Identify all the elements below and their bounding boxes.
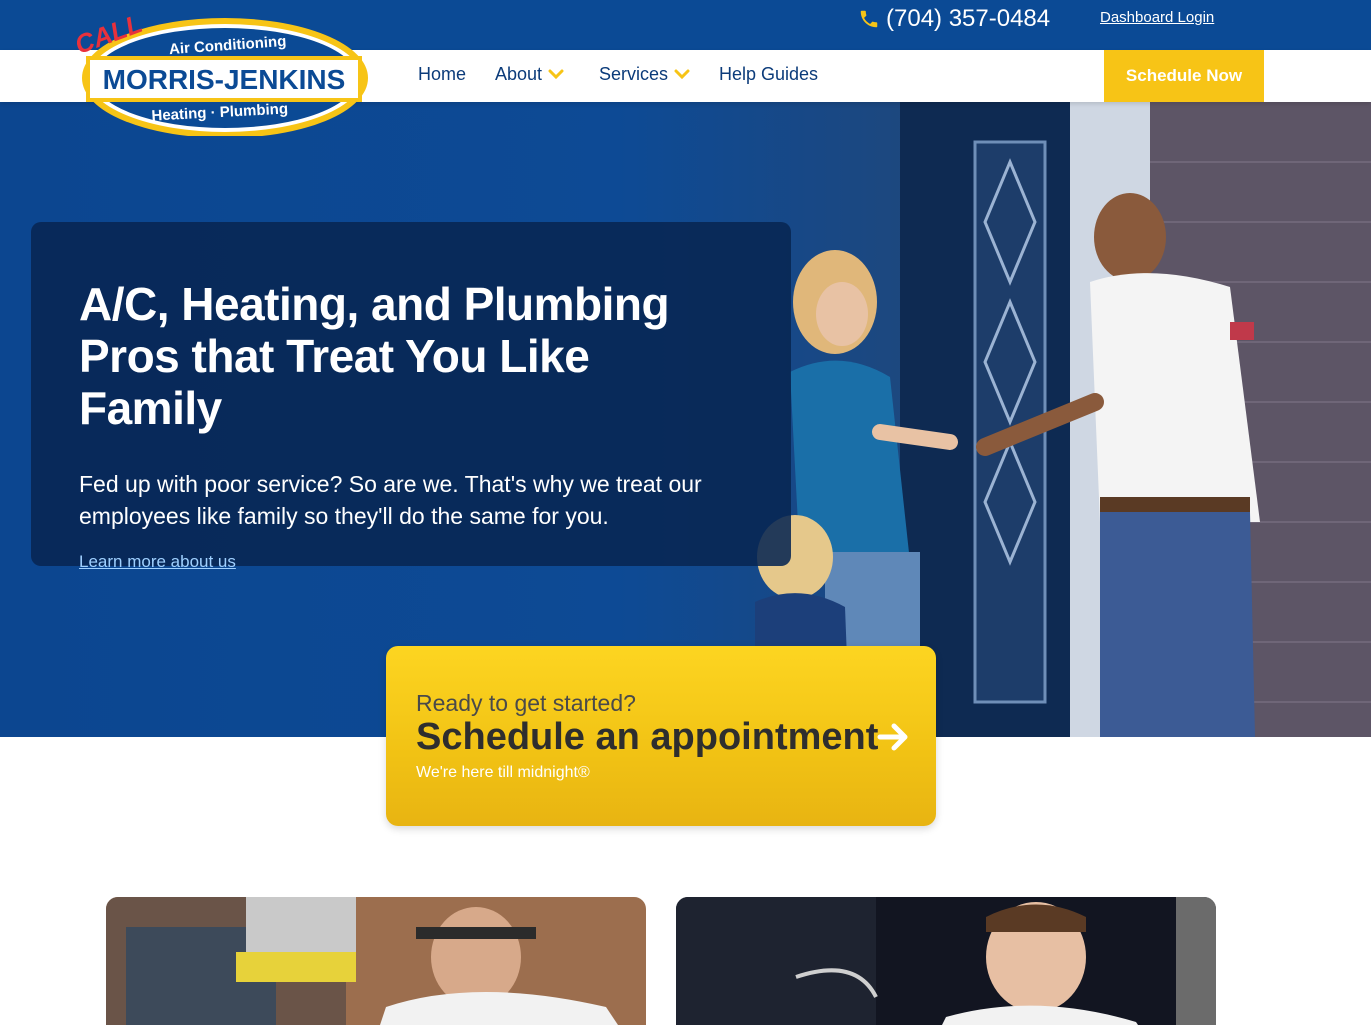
hero-subtitle: Fed up with poor service? So are we. Tha… (79, 468, 743, 532)
hero-subtitle-line-1: Fed up with poor service? So are we. Tha… (79, 471, 702, 497)
arrow-right-icon (876, 720, 910, 759)
schedule-appointment-card[interactable]: Ready to get started? Schedule an appoin… (386, 646, 936, 826)
service-card-image-plumbing[interactable] (676, 897, 1216, 1025)
nav-help-guides-label: Help Guides (719, 64, 819, 84)
service-card-image-hvac[interactable] (106, 897, 646, 1025)
nav-about-label: About (495, 64, 543, 84)
hero-title-line-2: Pros that Treat You Like Family (79, 330, 590, 434)
nav-services-label: Services (599, 64, 669, 84)
chevron-down-icon (674, 64, 690, 85)
hero-card: A/C, Heating, and Plumbing Pros that Tre… (31, 222, 791, 571)
nav-help-guides[interactable]: Help Guides (719, 64, 818, 85)
dashboard-login-link[interactable]: Dashboard Login (1100, 9, 1214, 26)
appointment-pretext: Ready to get started? (416, 690, 636, 716)
nav-home-label: Home (418, 64, 467, 84)
learn-more-about-us-link[interactable]: Learn more about us (79, 552, 236, 572)
phone-link[interactable]: (704) 357-0484 (858, 4, 1050, 34)
hero-title-line-1: A/C, Heating, and Plumbing (79, 278, 670, 330)
hero-subtitle-line-2: employees like family so they'll do the … (79, 503, 609, 529)
svg-text:MORRIS-JENKINS: MORRIS-JENKINS (103, 64, 346, 95)
chevron-down-icon (548, 64, 564, 85)
phone-number: (704) 357-0484 (886, 5, 1051, 32)
brand-logo[interactable]: MORRIS-JENKINS Air Conditioning Heating … (70, 6, 370, 138)
nav-about[interactable]: About (495, 64, 564, 85)
hero-section: A/C, Heating, and Plumbing Pros that Tre… (0, 102, 1371, 737)
schedule-now-button[interactable]: Schedule Now (1104, 50, 1264, 102)
nav-services[interactable]: Services (599, 64, 690, 85)
appointment-note: We're here till midnight® (416, 764, 590, 781)
nav-home[interactable]: Home (418, 64, 466, 85)
phone-icon (858, 8, 880, 30)
hero-title: A/C, Heating, and Plumbing Pros that Tre… (79, 278, 743, 434)
appointment-heading: Schedule an appointment (416, 716, 879, 758)
